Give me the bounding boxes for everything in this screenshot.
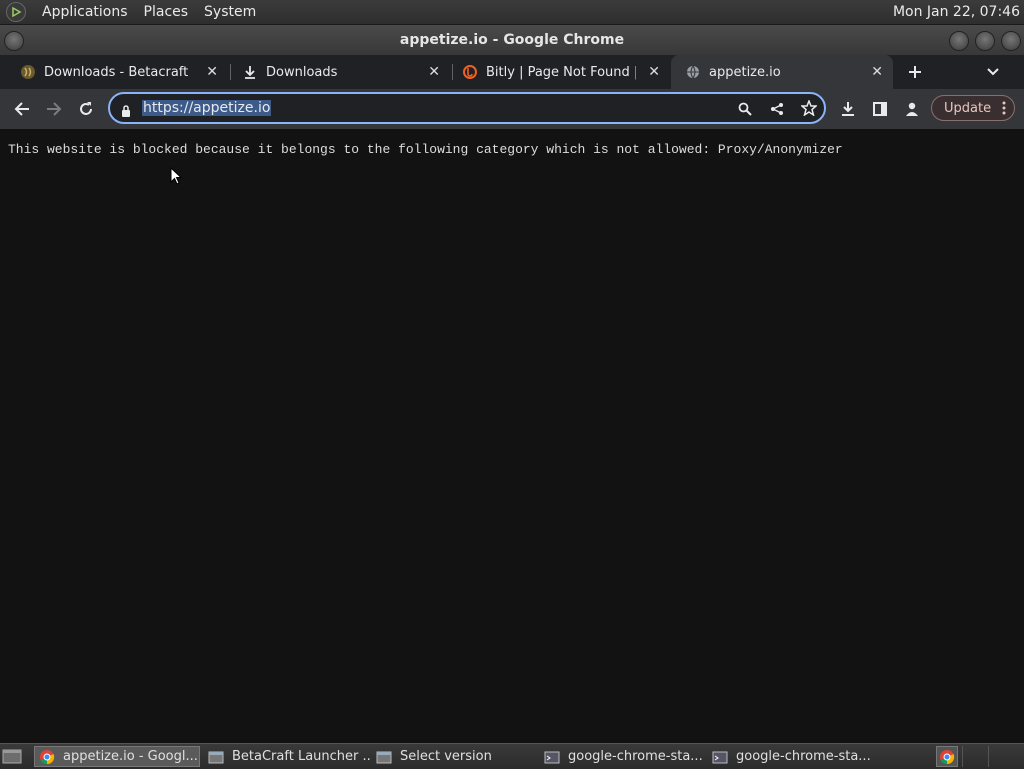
window-menu-button[interactable] — [4, 31, 24, 51]
tab-label: Downloads — [266, 64, 338, 80]
profile-icon[interactable] — [902, 99, 922, 119]
page-content: This website is blocked because it belon… — [0, 129, 1024, 743]
close-icon[interactable]: ✕ — [428, 64, 440, 80]
tab-label: Bitly | Page Not Found | 40 — [486, 64, 636, 80]
top-panel: Applications Places System Mon Jan 22, 0… — [0, 0, 1024, 25]
menu-places[interactable]: Places — [144, 4, 189, 20]
share-icon[interactable] — [770, 101, 784, 120]
app-window-icon — [376, 751, 392, 763]
close-icon[interactable]: ✕ — [871, 64, 883, 80]
download-icon — [242, 64, 258, 80]
tab-label: appetize.io — [709, 64, 781, 80]
workspace-3[interactable] — [988, 746, 1011, 767]
workspace-switcher-chrome-icon[interactable] — [936, 746, 958, 767]
show-desktop-icon[interactable] — [2, 747, 22, 765]
terminal-icon — [712, 751, 728, 763]
taskbar-item-google-chrome-stable-2[interactable]: google-chrome-sta... — [708, 746, 874, 767]
tab-label: Downloads - Betacraft — [44, 64, 189, 80]
tab-search-chevron-down-icon[interactable] — [983, 62, 1003, 82]
taskbar-item-label: BetaCraft Launcher ... — [232, 749, 370, 764]
window-title: appetize.io - Google Chrome — [399, 32, 625, 48]
distro-logo-icon[interactable] — [6, 2, 26, 22]
taskbar-item-select-version[interactable]: Select version — [372, 746, 538, 767]
download-icon[interactable] — [838, 99, 858, 119]
close-window-button[interactable] — [1001, 31, 1021, 51]
bitly-icon — [462, 64, 478, 80]
menu-system[interactable]: System — [204, 4, 256, 20]
new-tab-button[interactable] — [905, 62, 925, 82]
side-panel-icon[interactable] — [870, 99, 890, 119]
betacraft-icon — [20, 64, 36, 80]
clock[interactable]: Mon Jan 22, 07:46 — [893, 4, 1020, 20]
lock-icon[interactable] — [121, 102, 131, 121]
app-window-icon — [208, 751, 224, 763]
back-arrow-icon[interactable] — [12, 99, 32, 119]
taskbar: appetize.io - Googl... BetaCraft Launche… — [0, 743, 1024, 769]
address-bar[interactable]: https://appetize.io — [108, 92, 826, 124]
minimize-button[interactable] — [949, 31, 969, 51]
update-label: Update — [944, 100, 992, 116]
tab-downloads-betacraft[interactable]: Downloads - Betacraft ✕ — [6, 55, 228, 89]
menu-applications[interactable]: Applications — [42, 4, 128, 20]
forward-arrow-icon[interactable] — [44, 99, 64, 119]
tab-strip: Downloads - Betacraft ✕ Downloads ✕ Bitl… — [0, 55, 1024, 89]
workspace-2[interactable] — [962, 746, 985, 767]
blocked-message: This website is blocked because it belon… — [8, 142, 843, 157]
bookmark-star-icon[interactable] — [800, 98, 818, 120]
more-options-icon[interactable] — [1002, 100, 1006, 120]
update-button[interactable]: Update — [931, 95, 1015, 121]
globe-icon — [685, 64, 701, 80]
close-icon[interactable]: ✕ — [648, 64, 660, 80]
taskbar-item-betacraft-launcher[interactable]: BetaCraft Launcher ... — [204, 746, 370, 767]
tab-downloads[interactable]: Downloads ✕ — [228, 55, 450, 89]
reload-icon[interactable] — [76, 99, 96, 119]
taskbar-item-label: google-chrome-sta... — [736, 749, 871, 764]
taskbar-item-label: google-chrome-sta... — [568, 749, 703, 764]
taskbar-item-label: appetize.io - Googl... — [63, 749, 198, 764]
terminal-icon — [544, 751, 560, 763]
close-icon[interactable]: ✕ — [206, 64, 218, 80]
tab-appetize[interactable]: appetize.io ✕ — [671, 55, 893, 89]
url-text[interactable]: https://appetize.io — [142, 100, 272, 116]
maximize-button[interactable] — [975, 31, 995, 51]
window-titlebar: appetize.io - Google Chrome — [0, 25, 1024, 55]
taskbar-item-label: Select version — [400, 749, 492, 764]
tab-bitly[interactable]: Bitly | Page Not Found | 40 ✕ — [448, 55, 670, 89]
chrome-icon — [40, 749, 55, 764]
taskbar-item-google-chrome-stable-1[interactable]: google-chrome-sta... — [540, 746, 706, 767]
search-icon[interactable] — [738, 101, 752, 120]
mouse-cursor-icon — [170, 166, 183, 189]
taskbar-item-chrome-appetize[interactable]: appetize.io - Googl... — [34, 746, 200, 767]
